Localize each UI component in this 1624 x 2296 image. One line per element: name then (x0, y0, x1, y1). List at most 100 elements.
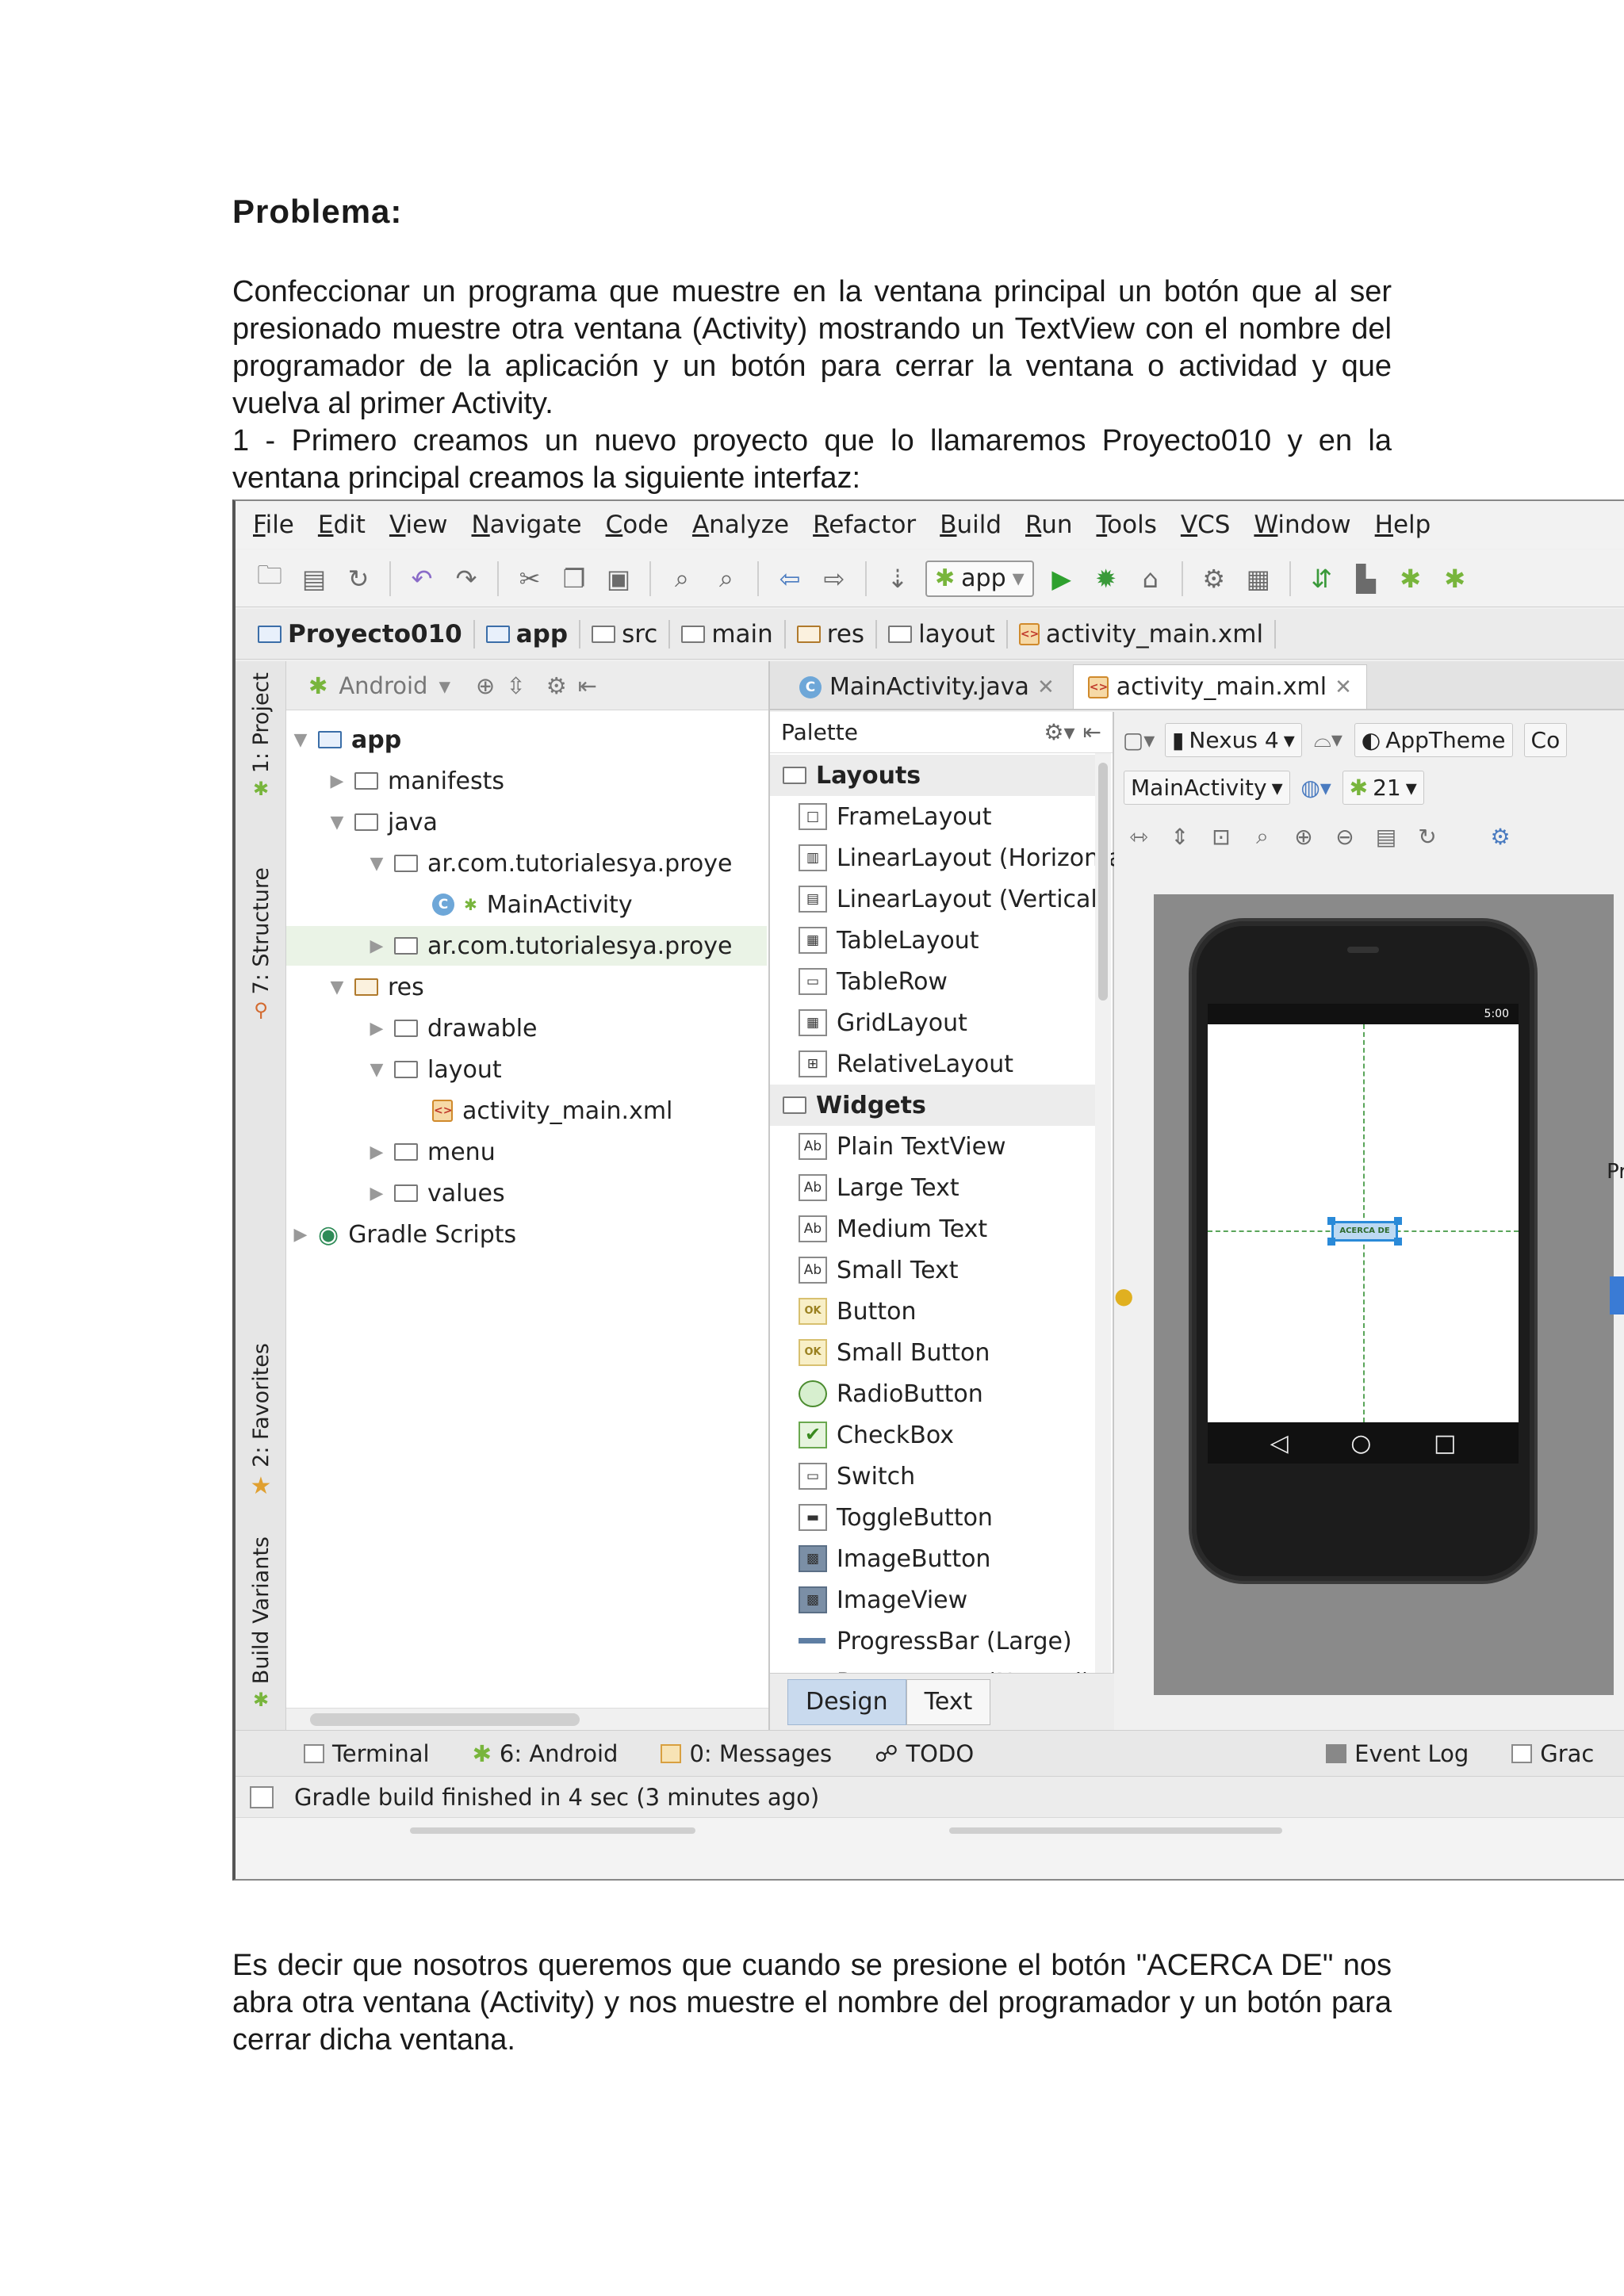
make-icon[interactable]: ⇣ (881, 562, 914, 595)
fill-height-icon[interactable]: ⇕ (1165, 821, 1195, 851)
menu-help[interactable]: Help (1375, 511, 1431, 539)
collapse-all-icon[interactable]: ⇳ (506, 672, 525, 699)
gradle-sync-icon[interactable]: ⇵ (1305, 562, 1339, 595)
zoom-actual-icon[interactable]: ⌕ (1247, 821, 1277, 851)
tool-messages[interactable]: 0: Messages (661, 1740, 832, 1767)
resize-handle[interactable] (1327, 1238, 1335, 1246)
hide-panel-icon[interactable]: ⇤ (1083, 719, 1101, 745)
resize-handle[interactable] (1394, 1217, 1402, 1225)
resize-handle[interactable] (1394, 1238, 1402, 1246)
palette-item[interactable]: Ab Medium Text (770, 1208, 1111, 1249)
gear-icon[interactable]: ⚙▾ (1044, 719, 1074, 745)
run-configuration-select[interactable]: ✱ app ▾ (925, 560, 1034, 597)
menu-run[interactable]: Run (1025, 511, 1072, 539)
theme-select[interactable]: ◐ AppTheme (1354, 722, 1513, 757)
breadcrumb-project[interactable]: Proyecto010 (258, 619, 475, 649)
acerca-de-button[interactable]: ACERCA DE (1331, 1221, 1398, 1242)
find-icon[interactable]: ⌕ (665, 562, 699, 595)
save-icon[interactable]: ▤ (297, 562, 331, 595)
hide-panel-icon[interactable]: ⇤ (578, 672, 597, 699)
breadcrumb-file[interactable]: <> activity_main.xml (1018, 619, 1277, 649)
menu-edit[interactable]: Edit (318, 511, 366, 539)
palette-item[interactable]: ▦ GridLayout (770, 1002, 1111, 1043)
api-level-select[interactable]: ✱ 21 ▾ (1342, 770, 1424, 805)
android-device-icon[interactable]: ✱ (1394, 562, 1427, 595)
close-icon[interactable]: ✕ (1335, 675, 1352, 699)
tool-tab-favorites[interactable]: 2: Favorites ★ (239, 1343, 283, 1500)
menu-vcs[interactable]: VCS (1181, 511, 1231, 539)
locale-icon[interactable]: ◍▾ (1300, 772, 1331, 802)
activity-select[interactable]: MainActivity ▾ (1124, 770, 1290, 805)
menu-refactor[interactable]: Refactor (813, 511, 916, 539)
scrollbar-thumb[interactable] (310, 1713, 580, 1726)
redo-icon[interactable]: ↷ (450, 562, 483, 595)
paste-icon[interactable]: ▣ (602, 562, 635, 595)
tool-gradle[interactable]: Grac (1511, 1740, 1594, 1767)
android-monitor-icon[interactable]: ✱ (1438, 562, 1472, 595)
close-icon[interactable]: ✕ (1037, 675, 1055, 699)
project-view-mode[interactable]: Android (339, 672, 427, 699)
run-icon[interactable]: ▶ (1045, 562, 1078, 595)
tool-tab-build-variants[interactable]: Build Variants ✱ (239, 1536, 283, 1711)
palette-item[interactable]: ▩ ImageView (770, 1579, 1111, 1621)
palette-item[interactable]: ProgressBar (Large) (770, 1621, 1111, 1662)
zoom-fit-icon[interactable]: ⊡ (1206, 821, 1236, 851)
tree-node-res[interactable]: ▼ res (329, 967, 424, 1007)
screenshot-icon[interactable]: ▤ (1371, 821, 1401, 851)
breadcrumb-src[interactable]: src (592, 619, 671, 649)
horizontal-scrollbar[interactable] (286, 1708, 768, 1730)
tab-text[interactable]: Text (906, 1678, 991, 1725)
palette-item[interactable]: □ FrameLayout (770, 796, 1111, 837)
palette-group-widgets[interactable]: Widgets (770, 1085, 1111, 1126)
tree-node-manifests[interactable]: ▶ manifests (329, 761, 504, 801)
palette-item[interactable]: ▤ LinearLayout (Vertical) (770, 878, 1111, 920)
tool-android[interactable]: ✱ 6: Android (473, 1740, 619, 1767)
gear-icon[interactable]: ⚙ (546, 672, 567, 699)
menu-file[interactable]: File (253, 511, 294, 539)
tree-node-menu[interactable]: ▶ menu (369, 1132, 496, 1172)
tree-node-mainactivity[interactable]: C ✱ MainActivity (432, 885, 633, 924)
tool-terminal[interactable]: Terminal (304, 1740, 430, 1767)
tool-tab-project[interactable]: 1: Project ✱ (239, 672, 283, 800)
zoom-in-icon[interactable]: ⊕ (1289, 821, 1319, 851)
tool-todo[interactable]: ☍ TODO (875, 1740, 974, 1767)
project-structure-icon[interactable]: ⚙ (1197, 562, 1231, 595)
tool-tab-structure[interactable]: 7: Structure ⚲ (239, 867, 283, 1021)
palette-item[interactable]: ⊞ RelativeLayout (770, 1043, 1111, 1085)
palette-item[interactable]: OK Button (770, 1291, 1111, 1332)
lightbulb-icon[interactable]: ● (1114, 1283, 1133, 1309)
palette-item[interactable]: ▦ TableLayout (770, 920, 1111, 961)
refresh-icon[interactable]: ↻ (1412, 821, 1442, 851)
tree-node-gradle-scripts[interactable]: ▶ ◉ Gradle Scripts (293, 1215, 517, 1254)
breadcrumb-layout[interactable]: layout (888, 619, 1008, 649)
device-select[interactable]: ▮ Nexus 4 ▾ (1165, 722, 1302, 757)
tab-design[interactable]: Design (787, 1678, 906, 1725)
cut-icon[interactable]: ✂ (513, 562, 546, 595)
palette-item[interactable]: ▬ ToggleButton (770, 1497, 1111, 1538)
palette-item[interactable]: Ab Large Text (770, 1167, 1111, 1208)
tree-node-drawable[interactable]: ▶ drawable (369, 1008, 538, 1048)
tool-event-log[interactable]: Event Log (1326, 1740, 1469, 1767)
menu-analyze[interactable]: Analyze (692, 511, 789, 539)
debug-icon[interactable]: ✹ (1090, 562, 1123, 595)
palette-item[interactable]: ▥ LinearLayout (Horizontal) (770, 837, 1139, 878)
menu-view[interactable]: View (389, 511, 448, 539)
open-folder-icon[interactable]: 🗀 (253, 560, 286, 595)
undo-icon[interactable]: ↶ (405, 562, 439, 595)
palette-group-layouts[interactable]: Layouts (770, 755, 1111, 796)
back-icon[interactable]: ⇦ (773, 562, 806, 595)
chevron-down-icon[interactable]: ▾ (439, 672, 450, 699)
palette-scrollbar[interactable] (1095, 753, 1111, 1728)
device-config-icon[interactable]: ▢▾ (1123, 725, 1155, 755)
menu-code[interactable]: Code (606, 511, 668, 539)
resize-handle[interactable] (1327, 1217, 1335, 1225)
scroll-from-source-icon[interactable]: ⊕ (476, 672, 495, 699)
menu-tools[interactable]: Tools (1096, 511, 1156, 539)
zoom-out-icon[interactable]: ⊖ (1330, 821, 1360, 851)
palette-item[interactable]: ▩ ImageButton (770, 1538, 1111, 1579)
design-canvas[interactable]: 5:00 ACERCA DE ◁ ○ □ (1154, 894, 1614, 1695)
fill-width-icon[interactable]: ⇿ (1124, 821, 1154, 851)
forward-icon[interactable]: ⇨ (818, 562, 851, 595)
menu-build[interactable]: Build (940, 511, 1002, 539)
menu-window[interactable]: Window (1254, 511, 1350, 539)
